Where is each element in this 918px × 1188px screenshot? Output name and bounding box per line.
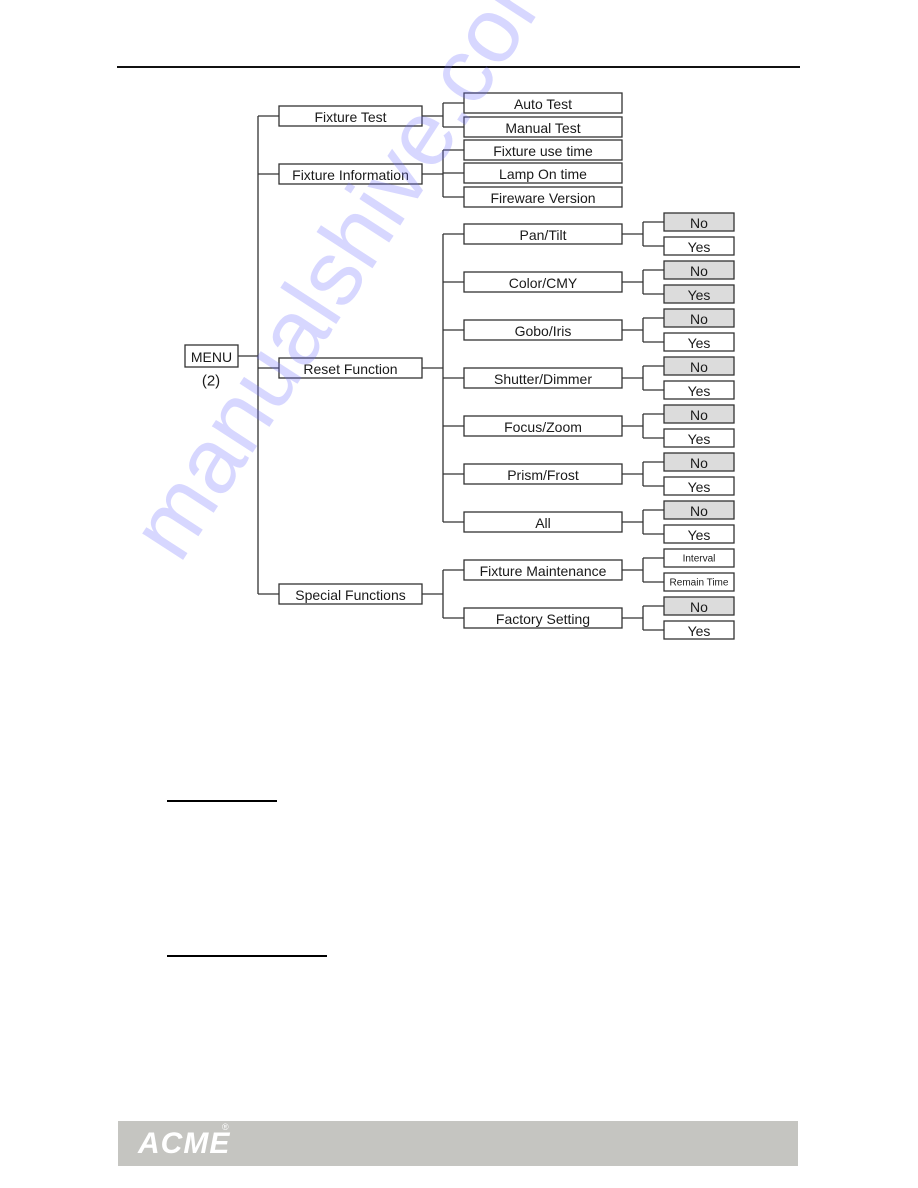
option-factory-setting-no-label: No bbox=[690, 599, 708, 615]
option-factory-setting-yes-label: Yes bbox=[688, 623, 711, 639]
option-fixture-maintenance-interval-label: Interval bbox=[683, 554, 716, 565]
section-heading-underline-2 bbox=[167, 955, 327, 957]
registered-mark: ® bbox=[222, 1122, 229, 1132]
branch-fixture-test[interactable]: Fixture Test bbox=[278, 105, 423, 127]
branch-fixture-information-label: Fixture Information bbox=[292, 167, 409, 183]
branch-reset-function-label: Reset Function bbox=[303, 361, 397, 377]
item-factory-setting[interactable]: Factory Setting bbox=[463, 607, 623, 629]
option-pan-tilt-no[interactable]: No bbox=[663, 212, 735, 232]
option-shutter-dimmer-yes-label: Yes bbox=[688, 383, 711, 399]
item-fixture-use-time[interactable]: Fixture use time bbox=[463, 139, 623, 161]
item-color-cmy[interactable]: Color/CMY bbox=[463, 271, 623, 293]
item-fireware-version-label: Fireware Version bbox=[490, 190, 595, 206]
item-focus-zoom[interactable]: Focus/Zoom bbox=[463, 415, 623, 437]
item-gobo-iris-label: Gobo/Iris bbox=[515, 323, 572, 339]
option-fixture-maintenance-interval[interactable]: Interval bbox=[663, 548, 735, 568]
option-all-yes-label: Yes bbox=[688, 527, 711, 543]
option-gobo-iris-yes-label: Yes bbox=[688, 335, 711, 351]
acme-logo: ACME bbox=[138, 1127, 231, 1160]
page-footer: ACME ® bbox=[118, 1121, 798, 1166]
option-factory-setting-no[interactable]: No bbox=[663, 596, 735, 616]
option-shutter-dimmer-no-label: No bbox=[690, 359, 708, 375]
item-auto-test[interactable]: Auto Test bbox=[463, 92, 623, 114]
option-color-cmy-no-label: No bbox=[690, 263, 708, 279]
branch-fixture-test-label: Fixture Test bbox=[314, 109, 386, 125]
menu-root-box-label: MENU bbox=[191, 349, 232, 365]
option-gobo-iris-no-label: No bbox=[690, 311, 708, 327]
menu-tree-diagram: MENU (2) Fixture Test Auto Test Manual Test F… bbox=[184, 92, 735, 640]
item-all-label: All bbox=[535, 515, 551, 531]
item-shutter-dimmer[interactable]: Shutter/Dimmer bbox=[463, 367, 623, 389]
item-prism-frost[interactable]: Prism/Frost bbox=[463, 463, 623, 485]
item-shutter-dimmer-label: Shutter/Dimmer bbox=[494, 371, 592, 387]
option-focus-zoom-no-label: No bbox=[690, 407, 708, 423]
item-lamp-on-time-label: Lamp On time bbox=[499, 166, 587, 182]
menu-root-box[interactable]: MENU bbox=[184, 344, 239, 368]
item-fixture-maintenance-label: Fixture Maintenance bbox=[480, 563, 607, 579]
menu-root-caption: (2) bbox=[202, 373, 220, 390]
option-focus-zoom-yes-label: Yes bbox=[688, 431, 711, 447]
branch-fixture-information[interactable]: Fixture Information bbox=[278, 163, 423, 185]
item-manual-test-label: Manual Test bbox=[505, 120, 580, 136]
option-focus-zoom-yes[interactable]: Yes bbox=[663, 428, 735, 448]
option-color-cmy-yes[interactable]: Yes bbox=[663, 284, 735, 304]
item-focus-zoom-label: Focus/Zoom bbox=[504, 419, 582, 435]
item-factory-setting-label: Factory Setting bbox=[496, 611, 590, 627]
option-fixture-maintenance-remain-time[interactable]: Remain Time bbox=[663, 572, 735, 592]
branch-special-functions-label: Special Functions bbox=[295, 587, 406, 603]
option-pan-tilt-no-label: No bbox=[690, 215, 708, 231]
option-prism-frost-no-label: No bbox=[690, 455, 708, 471]
option-all-no[interactable]: No bbox=[663, 500, 735, 520]
option-color-cmy-yes-label: Yes bbox=[688, 287, 711, 303]
option-pan-tilt-yes-label: Yes bbox=[688, 239, 711, 255]
section-heading-underline-1 bbox=[167, 800, 277, 802]
option-factory-setting-yes[interactable]: Yes bbox=[663, 620, 735, 640]
option-color-cmy-no[interactable]: No bbox=[663, 260, 735, 280]
option-pan-tilt-yes[interactable]: Yes bbox=[663, 236, 735, 256]
item-fixture-maintenance[interactable]: Fixture Maintenance bbox=[463, 559, 623, 581]
item-pan-tilt-label: Pan/Tilt bbox=[520, 227, 567, 243]
branch-reset-function[interactable]: Reset Function bbox=[278, 357, 423, 379]
item-color-cmy-label: Color/CMY bbox=[509, 275, 578, 291]
item-auto-test-label: Auto Test bbox=[514, 96, 572, 112]
item-prism-frost-label: Prism/Frost bbox=[507, 467, 579, 483]
option-shutter-dimmer-no[interactable]: No bbox=[663, 356, 735, 376]
item-fireware-version[interactable]: Fireware Version bbox=[463, 186, 623, 208]
option-gobo-iris-no[interactable]: No bbox=[663, 308, 735, 328]
option-fixture-maintenance-remain-time-label: Remain Time bbox=[670, 578, 729, 589]
option-all-no-label: No bbox=[690, 503, 708, 519]
option-prism-frost-yes-label: Yes bbox=[688, 479, 711, 495]
option-all-yes[interactable]: Yes bbox=[663, 524, 735, 544]
item-fixture-use-time-label: Fixture use time bbox=[493, 143, 593, 159]
item-gobo-iris[interactable]: Gobo/Iris bbox=[463, 319, 623, 341]
option-focus-zoom-no[interactable]: No bbox=[663, 404, 735, 424]
option-gobo-iris-yes[interactable]: Yes bbox=[663, 332, 735, 352]
branch-special-functions[interactable]: Special Functions bbox=[278, 583, 423, 605]
option-prism-frost-yes[interactable]: Yes bbox=[663, 476, 735, 496]
option-prism-frost-no[interactable]: No bbox=[663, 452, 735, 472]
item-pan-tilt[interactable]: Pan/Tilt bbox=[463, 223, 623, 245]
item-lamp-on-time[interactable]: Lamp On time bbox=[463, 162, 623, 184]
item-manual-test[interactable]: Manual Test bbox=[463, 116, 623, 138]
option-shutter-dimmer-yes[interactable]: Yes bbox=[663, 380, 735, 400]
item-all[interactable]: All bbox=[463, 511, 623, 533]
